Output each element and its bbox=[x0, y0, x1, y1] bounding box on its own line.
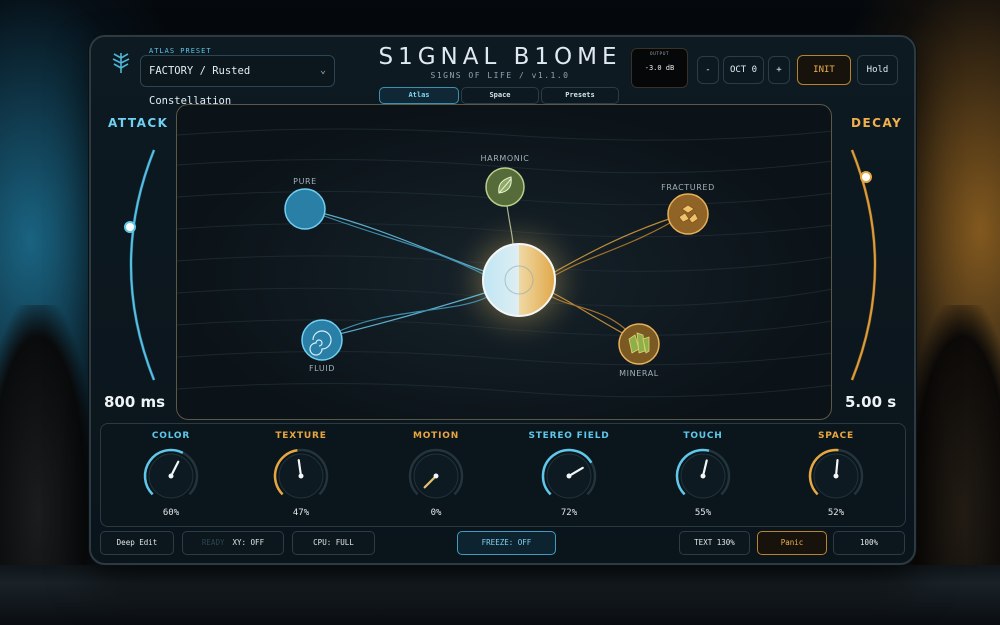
knob-label-0: COLOR bbox=[151, 431, 191, 441]
output-meter: OUTPUT -3.0 dB bbox=[631, 48, 688, 88]
node-label-fluid: FLUID bbox=[308, 364, 336, 373]
knob-label-5: SPACE bbox=[818, 431, 854, 441]
decay-label: DECAY bbox=[851, 116, 903, 130]
knob-space[interactable] bbox=[806, 446, 866, 506]
tab-space[interactable]: Space bbox=[461, 87, 539, 104]
knob-value-2: 0% bbox=[430, 508, 442, 518]
node-pure bbox=[284, 188, 326, 230]
cpu-mode-button[interactable]: CPU: FULL bbox=[292, 531, 375, 555]
chevron-down-icon: ⌄ bbox=[319, 65, 326, 76]
attack-slider[interactable] bbox=[108, 135, 168, 395]
hold-button[interactable]: Hold bbox=[857, 55, 898, 85]
preset-label: ATLAS PRESET bbox=[149, 47, 212, 55]
knob-value-0: 60% bbox=[162, 508, 180, 518]
knob-texture[interactable] bbox=[271, 446, 331, 506]
knob-value-5: 52% bbox=[827, 508, 845, 518]
reflective-floor bbox=[0, 555, 1000, 625]
rocks-right bbox=[905, 305, 1000, 565]
decay-handle bbox=[860, 171, 872, 183]
octave-up-button[interactable]: + bbox=[768, 56, 790, 84]
knob-value-4: 55% bbox=[694, 508, 712, 518]
freeze-button[interactable]: FREEZE: OFF bbox=[457, 531, 556, 555]
knob-label-2: MOTION bbox=[412, 431, 460, 441]
octave-display: OCT 0 bbox=[723, 56, 764, 84]
attack-handle bbox=[124, 221, 136, 233]
node-label-pure: PURE bbox=[293, 177, 317, 186]
xy-label: XY: OFF bbox=[232, 538, 265, 547]
tab-atlas[interactable]: Atlas bbox=[379, 87, 459, 104]
app-title: S1GNAL B1OME bbox=[378, 44, 622, 70]
atlas-field bbox=[177, 128, 831, 398]
knob-touch[interactable] bbox=[673, 446, 733, 506]
xy-toggle[interactable]: READY XY: OFF bbox=[182, 531, 284, 555]
output-label: OUTPUT bbox=[649, 52, 670, 57]
rocks-left bbox=[0, 305, 95, 565]
node-fluid bbox=[301, 319, 343, 361]
decay-slider[interactable] bbox=[838, 135, 898, 395]
knob-motion[interactable] bbox=[406, 446, 466, 506]
node-label-harmonic: HARMONIC bbox=[480, 154, 530, 163]
knob-stereo-field[interactable] bbox=[539, 446, 599, 506]
preset-dropdown[interactable]: FACTORY / Rusted Constellation ⌄ bbox=[140, 55, 335, 107]
attack-label: ATTACK bbox=[108, 116, 169, 130]
morph-core bbox=[482, 243, 556, 317]
text-size-button[interactable]: TEXT 130% bbox=[679, 531, 750, 555]
deep-edit-button[interactable]: Deep Edit bbox=[100, 531, 174, 555]
node-fractured bbox=[667, 193, 709, 235]
tree-logo-icon bbox=[108, 50, 134, 76]
octave-down-button[interactable]: - bbox=[697, 56, 719, 84]
decay-value: 5.00 s bbox=[845, 393, 897, 411]
app-subtitle: S1GNS OF LIFE / v1.1.0 bbox=[430, 71, 570, 80]
node-label-fractured: FRACTURED bbox=[661, 183, 715, 192]
knob-label-4: TOUCH bbox=[683, 431, 723, 441]
attack-value: 800 ms bbox=[104, 393, 166, 411]
knob-value-1: 47% bbox=[292, 508, 310, 518]
knob-color[interactable] bbox=[141, 446, 201, 506]
output-value: -3.0 dB bbox=[644, 64, 675, 72]
tab-presets[interactable]: Presets bbox=[541, 87, 619, 104]
node-label-mineral: MINERAL bbox=[619, 369, 659, 378]
panic-button[interactable]: Panic bbox=[757, 531, 827, 555]
init-button[interactable]: INIT bbox=[797, 55, 851, 85]
knob-label-3: STEREO FIELD bbox=[528, 431, 610, 441]
zoom-button[interactable]: 100% bbox=[833, 531, 905, 555]
ready-indicator: READY bbox=[201, 538, 225, 547]
knob-label-1: TEXTURE bbox=[275, 431, 327, 441]
knob-value-3: 72% bbox=[560, 508, 578, 518]
atlas-xy-panel[interactable]: PURE HARMONIC FRACTURED FLUID MINERAL bbox=[176, 104, 832, 420]
